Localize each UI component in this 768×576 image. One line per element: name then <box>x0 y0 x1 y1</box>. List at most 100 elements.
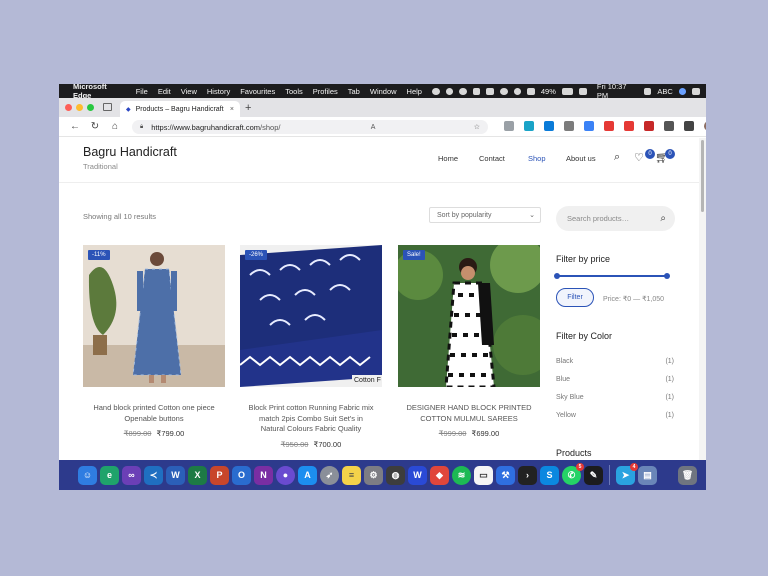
product-card[interactable]: -26% Cotton F Block Print cotton Running… <box>240 245 382 449</box>
siri-icon[interactable] <box>678 87 687 95</box>
menu-help[interactable]: Help <box>407 87 422 96</box>
onenote-icon[interactable]: N <box>254 465 273 485</box>
launchpad-icon[interactable]: ➶ <box>320 465 339 485</box>
input-source-label[interactable]: ABC <box>657 87 672 96</box>
zoom-window-button[interactable] <box>87 104 94 111</box>
product-image[interactable]: -26% Cotton F <box>240 245 382 387</box>
close-window-button[interactable] <box>65 104 72 111</box>
site-title[interactable]: Bagru Handicraft <box>83 145 177 159</box>
pdf-extension-icon[interactable] <box>644 121 654 131</box>
address-bar[interactable]: 🔒︎ https://www.bagruhandicraft.com/shop/… <box>132 120 488 134</box>
tab-actions-icon[interactable] <box>103 103 112 111</box>
stickies-icon[interactable]: ≡ <box>342 465 361 485</box>
color-filter-item[interactable]: Yellow (1) <box>556 412 674 419</box>
preview-icon[interactable]: ▭ <box>474 465 493 485</box>
word-icon[interactable]: W <box>166 465 185 485</box>
vscode-icon[interactable]: ≺ <box>144 465 163 485</box>
status-app-icon[interactable] <box>486 87 495 95</box>
bluetooth-icon[interactable] <box>472 87 481 95</box>
extensions-puzzle-icon[interactable] <box>664 121 674 131</box>
status-app-icon[interactable] <box>579 87 587 95</box>
color-name[interactable]: Yellow <box>556 412 576 419</box>
menu-file[interactable]: File <box>136 87 148 96</box>
status-app-icon[interactable] <box>513 87 522 95</box>
wifi-icon[interactable] <box>500 87 508 95</box>
system-preferences-icon[interactable]: ⚙ <box>364 465 383 485</box>
notes-app-icon[interactable]: ✎ <box>584 465 603 485</box>
extension-icon[interactable] <box>544 121 554 131</box>
color-name[interactable]: Blue <box>556 376 570 383</box>
menu-window[interactable]: Window <box>370 87 397 96</box>
product-name[interactable]: Block Print cotton Running Fabric mix ma… <box>240 403 382 435</box>
downloads-stack-icon[interactable]: ▤ <box>638 465 657 485</box>
battery-icon[interactable] <box>561 87 574 95</box>
filter-button[interactable]: Filter <box>556 288 594 307</box>
product-name[interactable]: Hand block printed Cotton one piece Open… <box>83 403 225 424</box>
product-card[interactable]: Sale! DESIGNER HAND BLOCK PRINTED COTTON… <box>398 245 540 438</box>
product-image[interactable]: -11% <box>83 245 225 387</box>
color-name[interactable]: Black <box>556 358 573 365</box>
search-icon[interactable]: ⌕ <box>660 213 666 224</box>
slider-min-handle[interactable] <box>554 273 560 279</box>
profile-avatar[interactable] <box>704 121 706 131</box>
minimize-window-button[interactable] <box>76 104 83 111</box>
refresh-icon[interactable]: ↻ <box>85 121 105 132</box>
extension-icon[interactable] <box>604 121 614 131</box>
status-app-icon[interactable] <box>459 87 467 95</box>
edge-icon[interactable]: e <box>100 465 119 485</box>
powerpoint-icon[interactable]: P <box>210 465 229 485</box>
page-scrollbar[interactable] <box>699 138 706 460</box>
favorite-star-icon[interactable]: ☆ <box>474 123 480 131</box>
site-brand[interactable]: Bagru Handicraft Traditional <box>83 145 177 171</box>
app-store-icon[interactable]: A <box>298 465 317 485</box>
app-icon[interactable]: W <box>408 465 427 485</box>
home-icon[interactable]: ⌂ <box>105 121 125 132</box>
terminal-icon[interactable]: › <box>518 465 537 485</box>
menu-tools[interactable]: Tools <box>285 87 303 96</box>
menu-tab[interactable]: Tab <box>348 87 360 96</box>
visual-studio-icon[interactable]: ∞ <box>122 465 141 485</box>
menu-edit[interactable]: Edit <box>158 87 171 96</box>
trash-icon[interactable]: 🗑︎ <box>678 465 697 485</box>
price-range-slider[interactable] <box>554 273 670 279</box>
color-filter-item[interactable]: Black (1) <box>556 358 674 365</box>
status-app-icon[interactable] <box>431 87 440 95</box>
extension-icon[interactable] <box>564 121 574 131</box>
menu-view[interactable]: View <box>181 87 197 96</box>
anydesk-icon[interactable]: ◆ <box>430 465 449 485</box>
product-search-input[interactable]: Search products… ⌕ <box>556 206 675 231</box>
activity-monitor-icon[interactable]: ◍ <box>386 465 405 485</box>
scrollbar-thumb[interactable] <box>701 140 704 212</box>
finder-icon[interactable]: ☺ <box>78 465 97 485</box>
siri-icon[interactable]: ● <box>276 465 295 485</box>
nav-about-us[interactable]: About us <box>566 154 596 163</box>
extension-icon[interactable] <box>504 121 514 131</box>
search-icon[interactable]: ⌕ <box>614 151 620 164</box>
search-extension-icon[interactable] <box>524 121 534 131</box>
spotify-icon[interactable]: ≋ <box>452 465 471 485</box>
telegram-icon[interactable]: ➤ 4 <box>616 462 638 485</box>
nav-contact[interactable]: Contact <box>479 154 505 163</box>
input-source-icon[interactable] <box>643 87 652 95</box>
whatsapp-icon[interactable]: ✆ 5 <box>562 462 584 485</box>
skype-icon[interactable]: S <box>540 465 559 485</box>
menu-favourites[interactable]: Favourites <box>240 87 275 96</box>
collections-icon[interactable] <box>684 121 694 131</box>
extension-icon[interactable] <box>624 121 634 131</box>
status-app-icon[interactable] <box>445 87 454 95</box>
outlook-icon[interactable]: O <box>232 465 251 485</box>
menu-history[interactable]: History <box>207 87 230 96</box>
close-tab-icon[interactable]: × <box>230 106 234 113</box>
volume-icon[interactable] <box>527 87 535 95</box>
sort-select[interactable]: Sort by popularity ⌄ <box>429 207 541 223</box>
menu-profiles[interactable]: Profiles <box>313 87 338 96</box>
lock-icon[interactable]: 🔒︎ <box>140 124 143 131</box>
xcode-icon[interactable]: ⚒ <box>496 465 515 485</box>
nav-home[interactable]: Home <box>438 154 458 163</box>
back-icon[interactable]: ← <box>65 121 85 132</box>
product-card[interactable]: -11% Hand block printed Cotton one piece… <box>83 245 225 438</box>
color-name[interactable]: Sky Blue <box>556 394 584 401</box>
wishlist-heart-icon[interactable]: ♡ <box>634 151 644 164</box>
color-filter-item[interactable]: Blue (1) <box>556 376 674 383</box>
product-name[interactable]: DESIGNER HAND BLOCK PRINTED COTTON MULMU… <box>398 403 540 424</box>
